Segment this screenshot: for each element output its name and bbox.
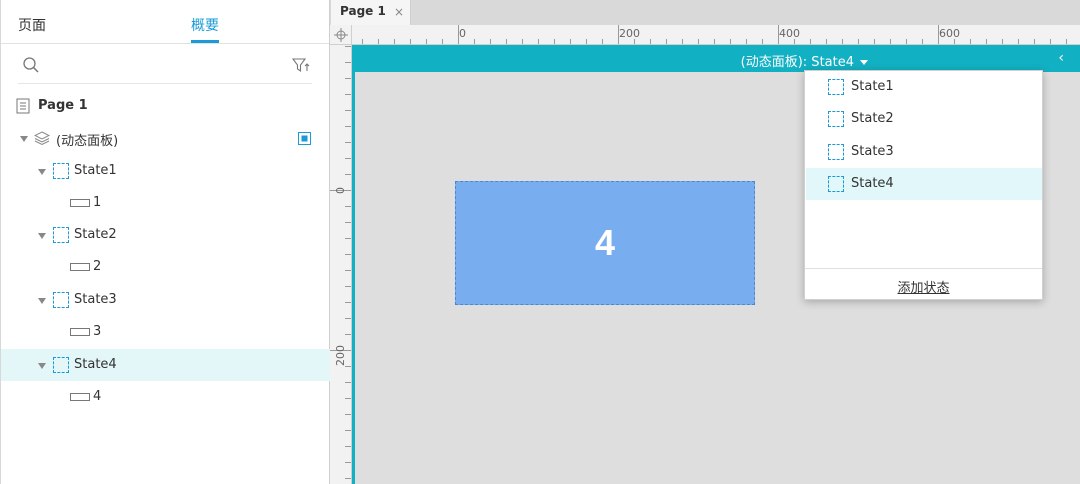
ruler-label: 0: [459, 27, 466, 40]
tab-outline[interactable]: 概要: [191, 15, 219, 43]
ruler-origin[interactable]: [330, 25, 352, 45]
tree-item-state4[interactable]: State4: [1, 349, 330, 381]
rectangle-widget[interactable]: 4: [455, 181, 755, 305]
state-icon: [53, 227, 69, 243]
ruler-label: 600: [939, 27, 960, 40]
tree-item-label: (动态面板): [56, 134, 119, 149]
chevron-down-icon[interactable]: [38, 233, 46, 239]
tree-item-rect-3[interactable]: 3: [1, 316, 330, 348]
state-selector[interactable]: (动态面板): State4: [741, 51, 868, 70]
close-icon[interactable]: ×: [394, 5, 404, 19]
tree-item-label: State4: [74, 357, 117, 372]
state-icon: [53, 163, 69, 179]
rectangle-icon: [70, 393, 90, 401]
divider: [805, 268, 1042, 269]
state-dropdown: State1 State2 State3 State4 添加状态: [804, 70, 1043, 300]
dropdown-item-state2[interactable]: State2: [806, 103, 1042, 135]
chevron-down-icon[interactable]: [20, 136, 28, 142]
tree-item-state3[interactable]: State3: [1, 284, 330, 316]
tab-label: Page 1: [340, 4, 386, 18]
tree-item-label: State2: [74, 227, 117, 242]
ruler-label: 400: [779, 27, 800, 40]
tab-pages[interactable]: 页面: [18, 15, 46, 35]
rectangle-icon: [70, 328, 90, 336]
tree-item-state1[interactable]: State1: [1, 155, 330, 187]
dropdown-item-state3[interactable]: State3: [806, 136, 1042, 168]
dropdown-item-state4[interactable]: State4: [806, 168, 1042, 200]
tree-item-page[interactable]: Page 1: [1, 90, 330, 122]
dropdown-item-label: State2: [851, 111, 894, 126]
widget-text: 4: [594, 222, 616, 263]
page-icon: [16, 98, 30, 114]
tree-item-state2[interactable]: State2: [1, 219, 330, 251]
rectangle-icon: [70, 199, 90, 207]
tree-item-label: 1: [93, 195, 102, 210]
ruler-label: 200: [334, 345, 347, 366]
outline-panel: 页面 概要 Page 1 (动态面板) State1 1 State2 2 St…: [0, 0, 330, 484]
dropdown-item-label: State1: [851, 79, 894, 94]
tree-item-label: State3: [74, 292, 117, 307]
tree-item-label: Page 1: [38, 98, 88, 113]
document-tab-strip: Page 1 ×: [330, 0, 1080, 25]
dropdown-item-label: State4: [851, 176, 894, 191]
ruler-vertical[interactable]: 0 200: [330, 45, 352, 484]
chevron-down-icon[interactable]: [38, 169, 46, 175]
chevron-left-icon[interactable]: ‹: [1058, 50, 1064, 66]
tab-page-1[interactable]: Page 1 ×: [331, 0, 411, 25]
tree-item-label: State1: [74, 163, 117, 178]
dynamic-panel-edge: [352, 45, 355, 484]
ruler-label: 0: [334, 187, 347, 194]
tree-item-rect-2[interactable]: 2: [1, 251, 330, 283]
state-icon: [828, 111, 844, 127]
state-icon: [53, 292, 69, 308]
layers-icon: [34, 131, 50, 146]
dropdown-item-state1[interactable]: State1: [806, 71, 1042, 103]
state-icon: [828, 79, 844, 95]
add-state-link[interactable]: 添加状态: [805, 277, 1042, 296]
ruler-ticks: [330, 46, 351, 479]
panel-badge-icon[interactable]: [298, 132, 311, 145]
state-icon: [828, 144, 844, 160]
outline-search-row: [18, 44, 312, 84]
state-icon: [828, 176, 844, 192]
chevron-down-icon: [860, 60, 868, 65]
rectangle-icon: [70, 263, 90, 271]
tree-item-dynamic-panel[interactable]: (动态面板): [1, 122, 330, 154]
tree-item-label: 2: [93, 259, 102, 274]
state-selector-label: (动态面板): State4: [740, 55, 854, 70]
filter-icon[interactable]: [292, 56, 310, 74]
tree-item-rect-1[interactable]: 1: [1, 187, 330, 219]
panel-tab-bar: 页面 概要: [1, 0, 329, 44]
ruler-horizontal[interactable]: 0 200 400 600: [352, 25, 1080, 45]
dropdown-item-label: State3: [851, 144, 894, 159]
state-icon: [53, 357, 69, 373]
chevron-down-icon[interactable]: [38, 363, 46, 369]
crosshair-icon: [334, 28, 348, 42]
tree-item-label: 3: [93, 324, 102, 339]
search-icon[interactable]: [22, 56, 40, 74]
dynamic-panel-header: (动态面板): State4 ‹: [352, 45, 1080, 72]
chevron-down-icon[interactable]: [38, 298, 46, 304]
tree-item-rect-4[interactable]: 4: [1, 381, 330, 413]
tree-item-label: 4: [93, 389, 102, 404]
ruler-label: 200: [619, 27, 640, 40]
